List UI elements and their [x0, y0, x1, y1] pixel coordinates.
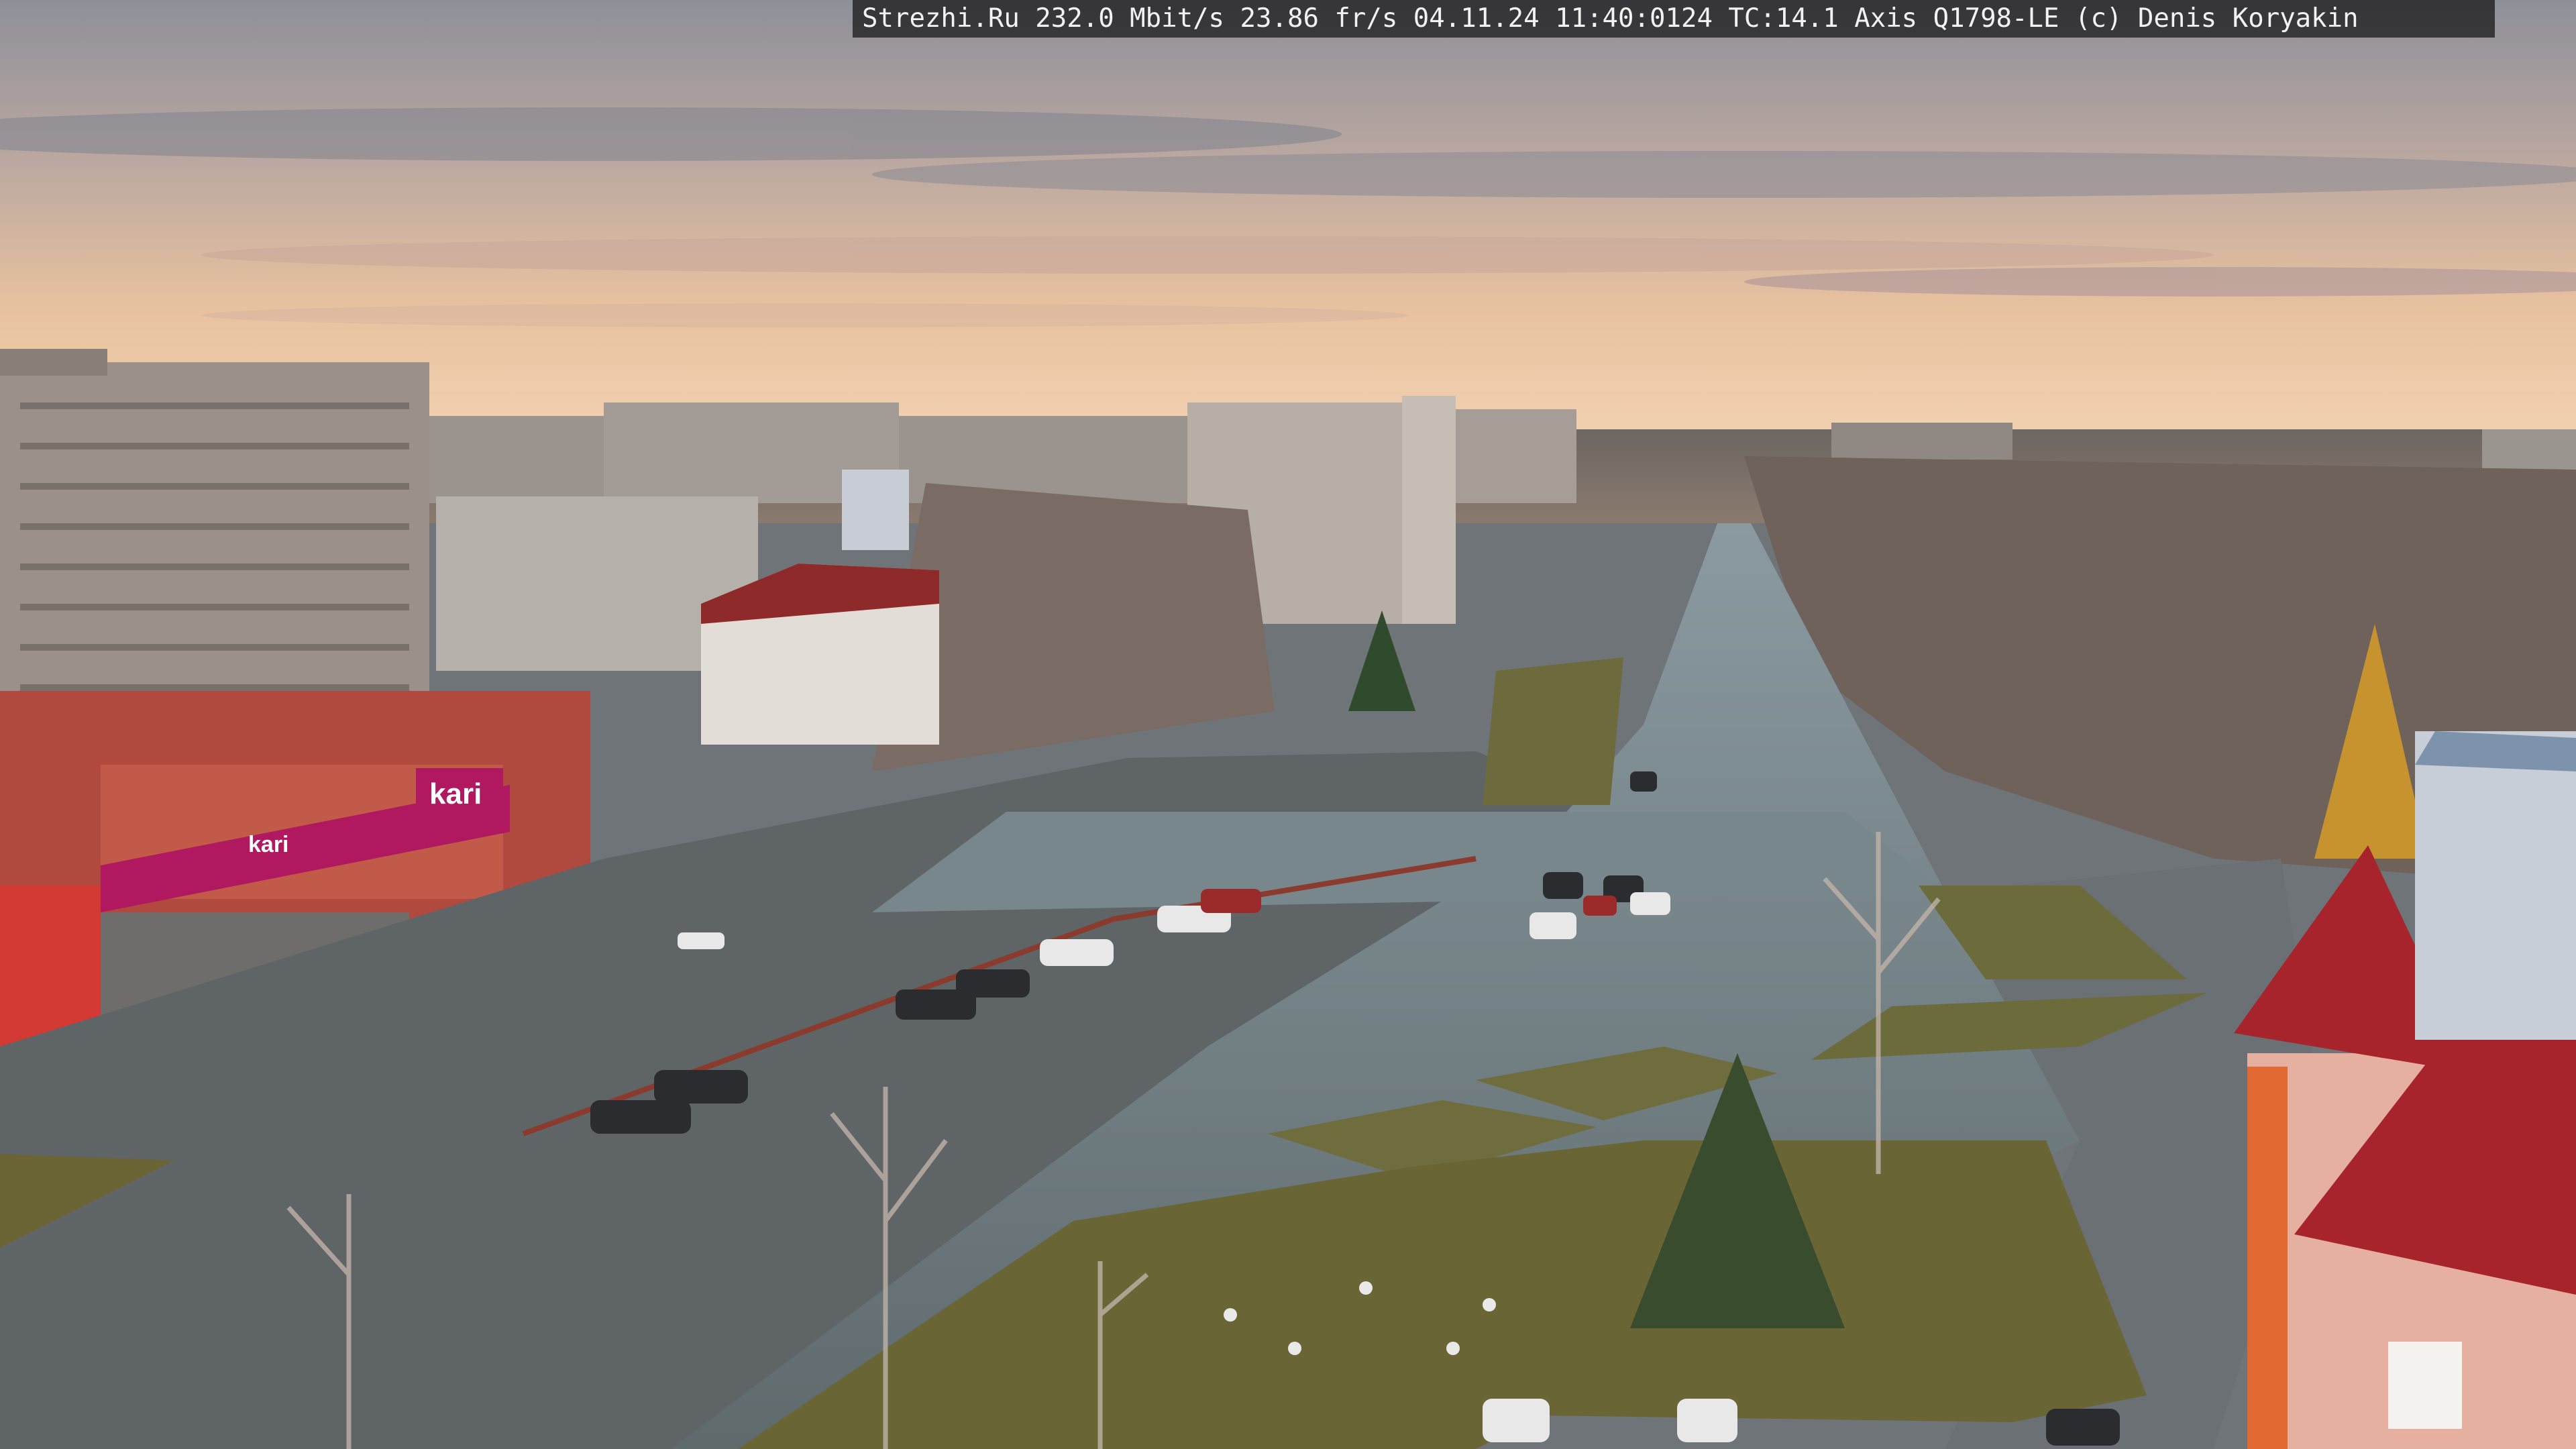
christmas-tree	[1348, 610, 1415, 711]
kari-sign-facade: kari	[248, 832, 289, 857]
blue-tower	[842, 470, 909, 550]
kari-sign-main: kari	[429, 777, 482, 810]
right-white-building	[2415, 731, 2576, 1040]
street-scene: kari kari	[0, 0, 2576, 1449]
median-grass	[1483, 657, 1623, 805]
camera-info-overlay: Strezhi.Ru 232.0 Mbit/s 23.86 fr/s 04.11…	[853, 0, 2495, 38]
